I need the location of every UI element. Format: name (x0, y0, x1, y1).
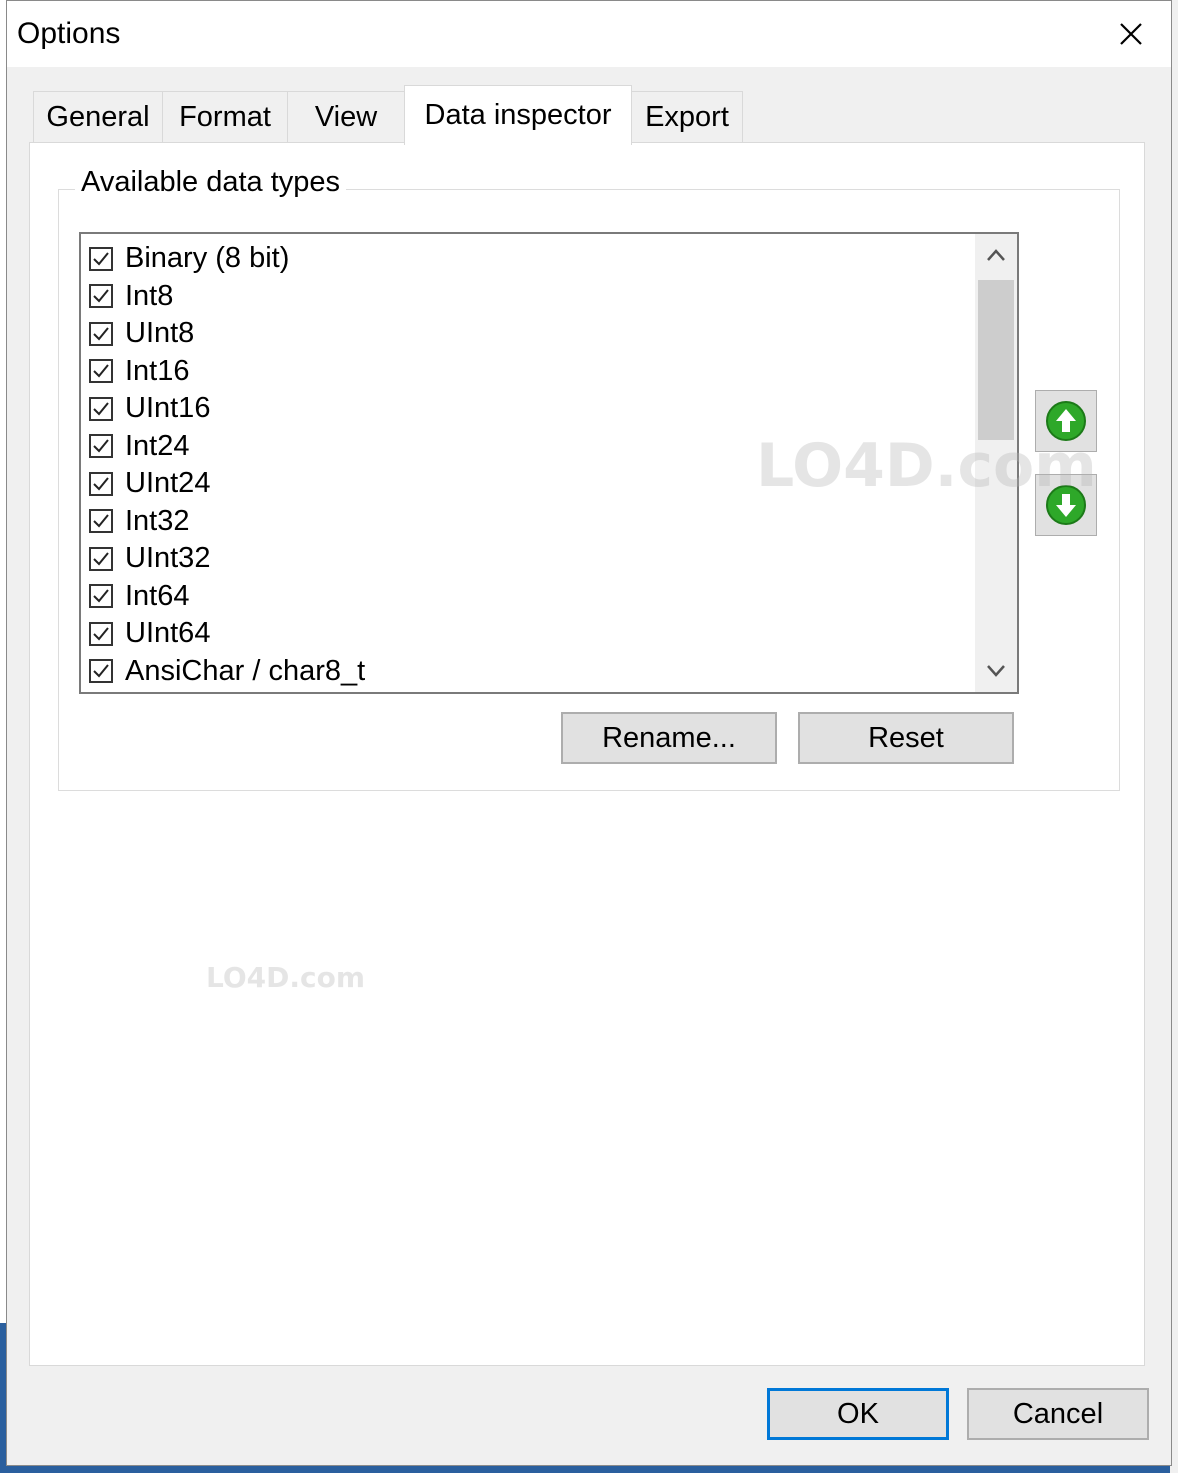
list-item[interactable]: UInt32 (89, 540, 210, 577)
chevron-down-icon (987, 665, 1005, 677)
checkbox[interactable] (89, 434, 113, 458)
checkmark-icon (93, 439, 109, 453)
list-item-label: UInt32 (125, 542, 211, 574)
list-item[interactable]: Int8 (89, 278, 173, 315)
list-item[interactable]: Int32 (89, 503, 190, 540)
checkbox[interactable] (89, 621, 113, 646)
tab-view[interactable]: View (287, 91, 405, 143)
list-item[interactable]: Int16 (89, 353, 190, 390)
checkmark-icon (93, 664, 109, 678)
checkbox[interactable] (89, 546, 113, 571)
tab-general[interactable]: General (33, 91, 163, 143)
checkmark-icon (93, 551, 109, 565)
group-label: Available data types (75, 166, 347, 199)
list-item-label: Int32 (125, 504, 190, 537)
tab-label: Export (645, 101, 729, 133)
checkbox[interactable] (89, 471, 113, 496)
list-item-label: UInt24 (125, 467, 211, 499)
checkmark-icon (93, 251, 109, 265)
list-item[interactable]: UInt24 (89, 465, 210, 502)
checkbox[interactable] (89, 284, 113, 308)
checkbox[interactable] (89, 509, 113, 533)
watermark-logo: LO4D.com (206, 961, 366, 994)
ok-button[interactable]: OK (767, 1388, 949, 1440)
checkbox[interactable] (89, 321, 113, 346)
watermark-logo: LO4D.com (756, 431, 1097, 501)
cancel-button[interactable]: Cancel (967, 1388, 1149, 1440)
tab-label: Data inspector (424, 99, 612, 131)
checkmark-icon (93, 476, 109, 490)
checkbox[interactable] (89, 246, 113, 271)
close-button[interactable] (1091, 1, 1171, 67)
button-label: Cancel (1012, 1397, 1104, 1430)
checkbox[interactable] (89, 396, 113, 421)
list-item-label: Int64 (125, 579, 190, 612)
rename-button[interactable]: Rename... (561, 712, 777, 764)
tab-format[interactable]: Format (162, 91, 288, 143)
button-label: Reset (868, 721, 944, 754)
list-item-label: Int16 (125, 354, 190, 387)
list-item-label: Int8 (125, 279, 174, 312)
list-item[interactable]: UInt16 (89, 390, 210, 427)
list-item[interactable]: AnsiChar / char8_t (89, 653, 365, 690)
list-item-label: UInt8 (125, 317, 195, 349)
checkmark-icon (93, 289, 109, 303)
tab-label: View (314, 101, 378, 133)
list-item[interactable]: Int64 (89, 578, 190, 615)
checkmark-icon (93, 364, 109, 378)
list-item[interactable]: UInt8 (89, 315, 194, 352)
scroll-thumb[interactable] (978, 280, 1014, 440)
options-dialog: Options General Format View Data inspect… (6, 0, 1172, 1466)
tab-data-inspector[interactable]: Data inspector (404, 85, 632, 145)
button-label: Rename... (602, 721, 736, 754)
window-title: Options (17, 17, 121, 50)
tab-export[interactable]: Export (631, 91, 743, 143)
tab-label: General (46, 101, 150, 133)
chevron-up-icon (987, 249, 1005, 261)
list-item-label: UInt16 (125, 392, 211, 424)
reset-button[interactable]: Reset (798, 712, 1014, 764)
checkmark-icon (93, 401, 109, 415)
list-item[interactable]: UInt64 (89, 615, 210, 652)
button-label: OK (837, 1397, 879, 1430)
tab-label: Format (179, 101, 271, 133)
close-icon (1120, 23, 1142, 45)
checkbox[interactable] (89, 359, 113, 383)
list-item[interactable]: Binary (8 bit) (89, 240, 289, 277)
scroll-down-button[interactable] (975, 650, 1017, 692)
list-item-label: Int24 (125, 429, 190, 462)
list-item[interactable]: Int24 (89, 428, 190, 465)
checkbox[interactable] (89, 659, 113, 683)
list-item-label: UInt64 (125, 617, 211, 649)
checkmark-icon (93, 514, 109, 528)
title-bar: Options (7, 1, 1171, 67)
checkmark-icon (93, 589, 109, 603)
scroll-up-button[interactable] (975, 234, 1017, 276)
checkmark-icon (93, 326, 109, 340)
list-item-label: AnsiChar / char8_t (125, 654, 366, 687)
list-item-label: Binary (8 bit) (125, 242, 290, 274)
data-inspector-panel: Available data types Binary (8 bit) Int8 U… (29, 142, 1145, 1366)
checkmark-icon (93, 626, 109, 640)
checkbox[interactable] (89, 584, 113, 608)
